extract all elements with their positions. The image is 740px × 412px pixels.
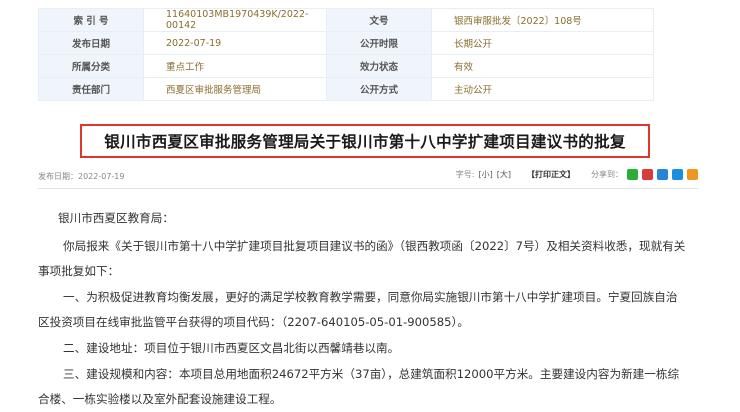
- weibo-icon[interactable]: [642, 169, 653, 180]
- meta-value-category: 重点工作: [143, 54, 327, 78]
- font-large-link[interactable]: [大]: [497, 169, 511, 180]
- wechat-icon[interactable]: [627, 169, 638, 180]
- more-share-icon[interactable]: [687, 169, 698, 180]
- meta-value-disclosure-method: 主动公开: [431, 77, 654, 101]
- meta-key-category: 所属分类: [38, 54, 144, 78]
- article-info-bar: 发布日期：2022-07-19 字号: [小] [大] 【打印正文】 分享到：: [38, 166, 698, 186]
- meta-key-validity-status: 效力状态: [326, 54, 432, 78]
- meta-row: 责任部门 西夏区审批服务管理局 公开方式 主动公开: [38, 77, 654, 101]
- font-size-label: 字号:: [455, 170, 475, 179]
- share-label: 分享到：: [591, 170, 623, 179]
- divider: [38, 188, 698, 189]
- body-paragraph: 三、建设规模和内容：本项目总用地面积24672平方米（37亩），总建筑面积120…: [38, 367, 680, 406]
- body-paragraph: 一、为积极促进教育均衡发展，更好的满足学校教育教学需要，同意你局实施银川市第十八…: [38, 290, 678, 329]
- document-meta-table: 索 引 号 11640103MB1970439K/2022-00142 文号 银…: [38, 8, 654, 101]
- article-title-box: 银川市西夏区审批服务管理局关于银川市第十八中学扩建项目建议书的批复: [80, 124, 650, 158]
- meta-key-publish-date: 发布日期: [38, 31, 144, 55]
- body-paragraph: 二、建设地址：项目位于银川市西夏区文昌北街以西馨靖巷以南。: [63, 341, 400, 355]
- meta-value-index-number: 11640103MB1970439K/2022-00142: [143, 8, 327, 32]
- meta-row: 所属分类 重点工作 效力状态 有效: [38, 54, 654, 78]
- body-paragraph: 你局报来《关于银川市第十八中学扩建项目批复项目建议书的函》（银西教项函〔2022…: [38, 239, 686, 278]
- meta-value-department: 西夏区审批服务管理局: [143, 77, 327, 101]
- meta-key-index-number: 索 引 号: [38, 8, 144, 32]
- article-body: 银川市西夏区教育局： 你局报来《关于银川市第十八中学扩建项目批复项目建议书的函》…: [38, 206, 688, 412]
- meta-value-doc-number: 银西审服批发〔2022〕108号: [431, 8, 654, 32]
- meta-key-disclosure-period: 公开时限: [326, 31, 432, 55]
- article-tools: 字号: [小] [大] 【打印正文】 分享到：: [456, 169, 698, 180]
- meta-value-validity-status: 有效: [431, 54, 654, 78]
- qq-icon[interactable]: [672, 169, 683, 180]
- meta-value-publish-date: 2022-07-19: [143, 31, 327, 55]
- qzone-icon[interactable]: [657, 169, 668, 180]
- font-small-link[interactable]: [小]: [479, 169, 493, 180]
- salutation: 银川市西夏区教育局：: [58, 211, 174, 225]
- article-title: 银川市西夏区审批服务管理局关于银川市第十八中学扩建项目建议书的批复: [104, 133, 626, 151]
- meta-value-disclosure-period: 长期公开: [431, 31, 654, 55]
- meta-key-department: 责任部门: [38, 77, 144, 101]
- meta-key-disclosure-method: 公开方式: [326, 77, 432, 101]
- publish-date-label: 发布日期：2022-07-19: [38, 172, 125, 181]
- print-link[interactable]: 【打印正文】: [527, 169, 575, 180]
- meta-key-doc-number: 文号: [326, 8, 432, 32]
- meta-row: 发布日期 2022-07-19 公开时限 长期公开: [38, 31, 654, 55]
- meta-row: 索 引 号 11640103MB1970439K/2022-00142 文号 银…: [38, 8, 654, 32]
